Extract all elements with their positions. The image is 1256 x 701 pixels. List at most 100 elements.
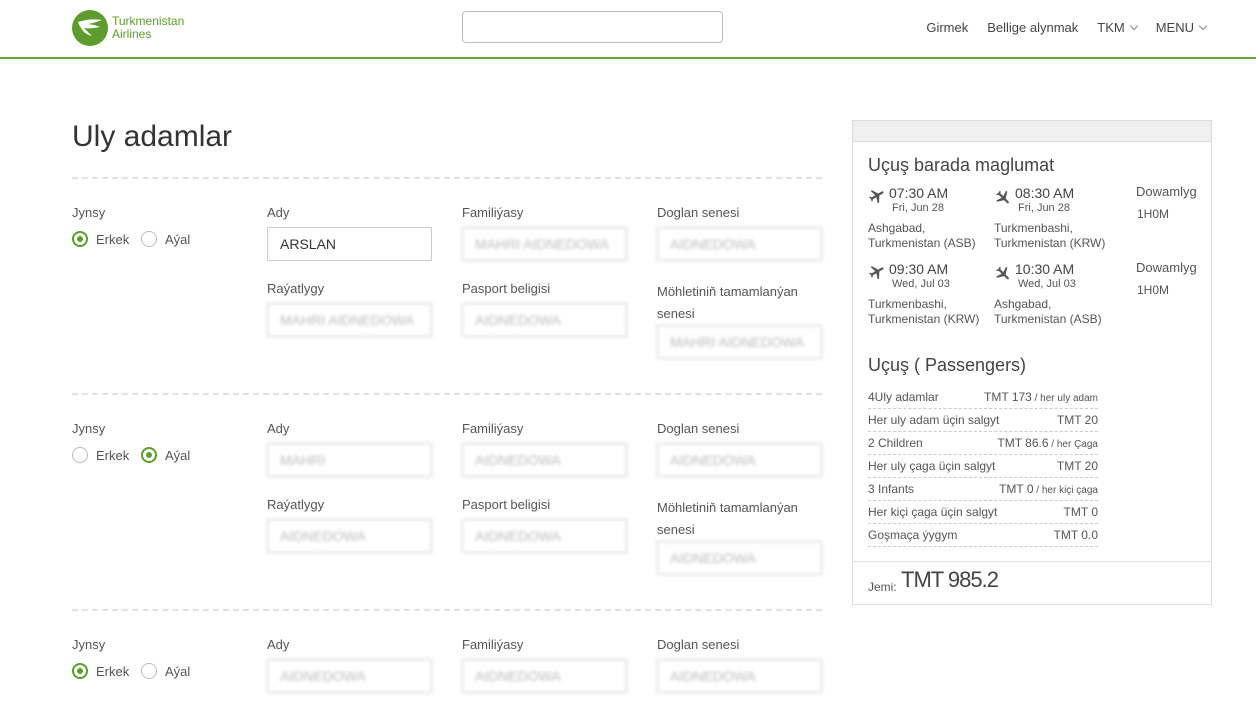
city-line: Turkmenbashi, [868, 297, 947, 311]
price-row: 3 Infants TMT 0 / her kiçi çaga [868, 478, 1098, 501]
price-label: 4Uly adamlar [868, 390, 939, 404]
price-suffix: / her kiçi çaga [1033, 485, 1098, 496]
expiry-label: Möhletiniň tamamlanýan senesi [657, 284, 798, 321]
male-label: Erkek [96, 663, 130, 679]
segment1-departure-date: Fri, Jun 28 [892, 202, 944, 214]
price-row: Her uly adam üçin salgyt TMT 20 [868, 409, 1098, 432]
price-label: 3 Infants [868, 482, 915, 496]
segment1-departure-time: 07:30 AM [889, 185, 949, 201]
price-row: 4Uly adamlar TMT 173 / her uly adam [868, 386, 1098, 409]
segment2-departure-date: Wed, Jul 03 [892, 278, 950, 290]
last-name-label: Familiýasy [462, 421, 524, 436]
p2-passport-input[interactable]: AIDNEDOWA [462, 519, 627, 553]
p2-last-name-input[interactable]: AIDNEDOWA [462, 443, 627, 477]
booking-summary-panel: Uçuş barada maglumat 07:30 AM Fri, Jun 2… [852, 120, 1212, 605]
chevron-down-icon [1198, 21, 1208, 30]
total-value: TMT 985.2 [901, 567, 999, 592]
price-suffix: / her Çaga [1048, 439, 1098, 450]
page-title: Uly adamlar [72, 120, 233, 153]
radio-checked-icon [72, 663, 88, 679]
plane-arrival-icon [996, 190, 1009, 204]
price-suffix: / her uly adam [1031, 393, 1098, 404]
p1-nationality-input[interactable]: MAHRI AIDNEDOWA [267, 303, 432, 337]
section-divider [72, 393, 822, 395]
price-value: TMT 0 / her kiçi çaga [999, 482, 1098, 496]
radio-unchecked-icon [141, 663, 157, 679]
price-amount: TMT 0 [1063, 505, 1098, 519]
logo-line-2: Airlines [112, 27, 152, 41]
segment1-arrival-time: 08:30 AM [1015, 185, 1075, 201]
price-row: Her uly çaga üçin salgyt TMT 20 [868, 455, 1098, 478]
female-label: Aýal [165, 231, 191, 247]
city-line: Ashgabad, [994, 297, 1052, 311]
price-row: Her kiçi çaga üçin salgyt TMT 0 [868, 501, 1098, 524]
p2-male-radio[interactable]: Erkek [72, 447, 129, 463]
price-label: Goşmaça ýygym [868, 528, 958, 542]
price-amount: TMT 20 [1056, 459, 1098, 473]
p2-nationality-input[interactable]: AIDNEDOWA [267, 519, 432, 553]
price-amount: TMT 20 [1056, 413, 1098, 427]
first-name-label: Ady [267, 205, 290, 220]
radio-checked-icon [141, 447, 157, 463]
bird-logo-icon [72, 10, 108, 46]
birth-label: Doglan senesi [657, 421, 740, 436]
nationality-label: Raýatlygy [267, 497, 325, 512]
radio-unchecked-icon [72, 447, 88, 463]
radio-unchecked-icon [141, 231, 157, 247]
price-value: TMT 20 [1057, 413, 1098, 427]
panel-top-bar [853, 121, 1211, 142]
city-line: Turkmenistan (KRW) [868, 312, 980, 326]
price-amount: TMT 0.0 [1053, 528, 1098, 542]
p1-male-radio[interactable]: Erkek [72, 231, 129, 247]
top-header: Turkmenistan Airlines Girmek Bellige aly… [0, 0, 1256, 59]
first-name-label: Ady [267, 421, 290, 436]
segment2-departure-city: Turkmenbashi, Turkmenistan (KRW) [868, 297, 979, 327]
airline-logo[interactable]: Turkmenistan Airlines [72, 10, 184, 46]
price-value: TMT 20 [1057, 459, 1098, 473]
city-line: Turkmenistan (ASB) [994, 312, 1102, 326]
p2-expiry-input[interactable]: AIDNEDOWA [657, 541, 822, 575]
nav-login-label: Girmek [926, 20, 969, 35]
nav-language[interactable]: TKM [1097, 20, 1138, 35]
p1-expiry-input[interactable]: MAHRI AIDNEDOWA [657, 325, 822, 359]
city-line: Ashgabad, [868, 221, 926, 235]
p3-last-name-input[interactable]: AIDNEDOWA [462, 659, 627, 693]
male-label: Erkek [96, 447, 130, 463]
gender-label: Jynsy [72, 421, 106, 436]
price-value: TMT 173 / her uly adam [984, 390, 1098, 404]
gender-label: Jynsy [72, 637, 106, 652]
total-divider [853, 561, 1211, 562]
p1-last-name-input[interactable]: MAHRI AIDNEDOWA [462, 227, 627, 261]
radio-checked-icon [72, 231, 88, 247]
p2-birth-input[interactable]: AIDNEDOWA [657, 443, 822, 477]
female-label: Aýal [165, 447, 191, 463]
p3-birth-input[interactable]: AIDNEDOWA [657, 659, 822, 693]
passport-label: Pasport beligisi [462, 281, 551, 296]
price-amount: TMT 0 [999, 482, 1034, 496]
section-divider [72, 177, 822, 179]
p1-first-name-input[interactable]: ARSLAN [267, 227, 432, 261]
nav-register[interactable]: Bellige alynmak [987, 20, 1078, 35]
price-label: 2 Children [868, 436, 923, 450]
gender-label: Jynsy [72, 205, 106, 220]
city-line: Turkmenistan (ASB) [868, 236, 976, 250]
first-name-label: Ady [267, 637, 290, 652]
p2-first-name-input[interactable]: MAHRI [267, 443, 432, 477]
p1-passport-input[interactable]: AIDNEDOWA [462, 303, 627, 337]
nav-login[interactable]: Girmek [926, 20, 968, 35]
nav-menu[interactable]: MENU [1156, 20, 1208, 35]
price-label: Her uly çaga üçin salgyt [868, 459, 996, 473]
segment2-arrival-date: Wed, Jul 03 [1018, 278, 1076, 290]
p3-male-radio[interactable]: Erkek [72, 663, 129, 679]
p3-female-radio[interactable]: Aýal [141, 663, 190, 679]
p2-female-radio[interactable]: Aýal [141, 447, 190, 463]
last-name-label: Familiýasy [462, 205, 524, 220]
p1-birth-input[interactable]: AIDNEDOWA [657, 227, 822, 261]
price-value: TMT 86.6 / her Çaga [997, 436, 1098, 450]
p3-first-name-input[interactable]: AIDNEDOWA [267, 659, 432, 693]
nav-language-label: TKM [1097, 20, 1125, 35]
plane-arrival-icon [996, 266, 1009, 280]
search-input[interactable] [462, 11, 723, 43]
segment1-duration: 1H0M [1137, 207, 1170, 221]
p1-female-radio[interactable]: Aýal [141, 231, 190, 247]
